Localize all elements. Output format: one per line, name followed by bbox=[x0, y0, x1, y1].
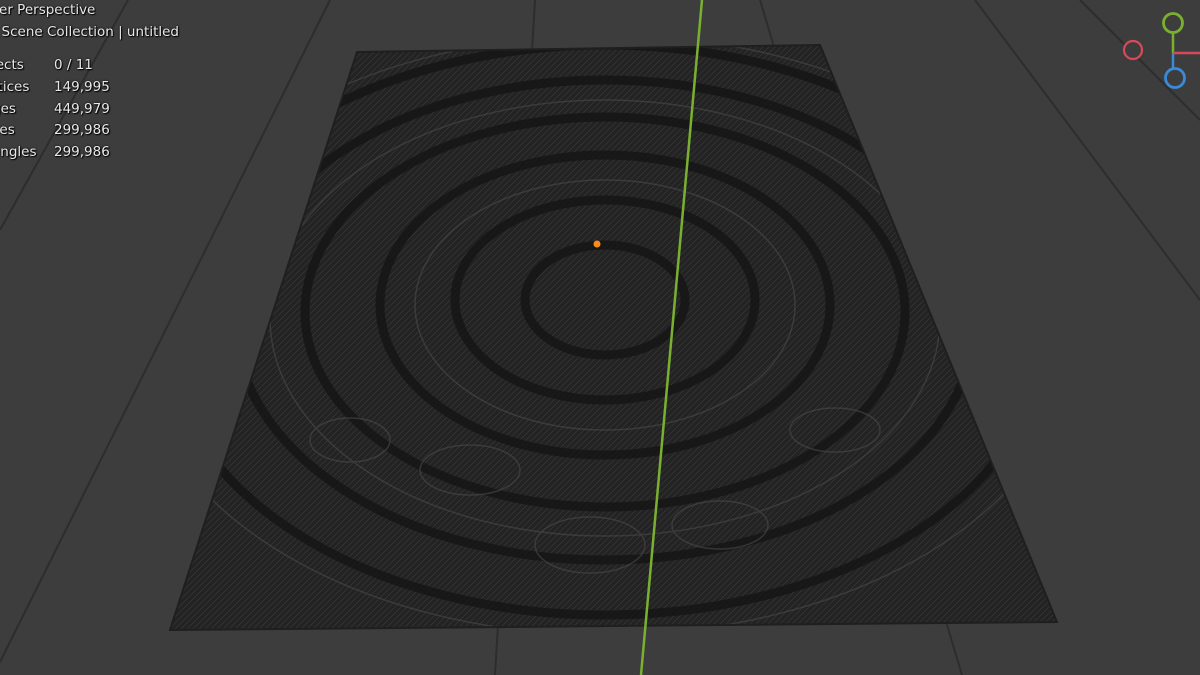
stat-label: angles bbox=[0, 144, 37, 161]
stat-triangles: angles 299,986 bbox=[0, 142, 179, 164]
stat-objects: jects 0 / 11 bbox=[0, 55, 179, 77]
stat-edges: ges 449,979 bbox=[0, 99, 179, 121]
stat-vertices: rtices 149,995 bbox=[0, 77, 179, 99]
axis-x-icon[interactable] bbox=[1122, 39, 1144, 61]
view-name: ser Perspective bbox=[0, 2, 96, 18]
stat-label: rtices bbox=[0, 79, 30, 96]
scene-statistics: jects 0 / 11 rtices 149,995 ges 449,979 … bbox=[0, 55, 179, 163]
stat-value: 299,986 bbox=[54, 122, 110, 139]
navigation-gizmo[interactable] bbox=[1110, 8, 1200, 98]
viewport-info-overlay: ser Perspective ) Scene Collection | unt… bbox=[0, 0, 179, 164]
stat-label: jects bbox=[0, 57, 24, 74]
collection-info: ) Scene Collection | untitled bbox=[0, 23, 179, 40]
viewport-scene[interactable] bbox=[0, 0, 1200, 675]
stat-value: 0 / 11 bbox=[54, 57, 93, 74]
mesh-plane[interactable] bbox=[135, 35, 1075, 635]
stat-label: ces bbox=[0, 122, 15, 139]
stat-value: 449,979 bbox=[54, 100, 110, 117]
stat-value: 299,986 bbox=[54, 144, 110, 161]
stat-faces: ces 299,986 bbox=[0, 120, 179, 142]
axis-y-icon[interactable] bbox=[1162, 12, 1184, 34]
stat-value: 149,995 bbox=[54, 79, 110, 96]
object-origin[interactable] bbox=[593, 240, 601, 248]
axis-z-icon[interactable] bbox=[1164, 67, 1186, 89]
stat-label: ges bbox=[0, 100, 16, 117]
3d-viewport[interactable]: ser Perspective ) Scene Collection | unt… bbox=[0, 0, 1200, 675]
